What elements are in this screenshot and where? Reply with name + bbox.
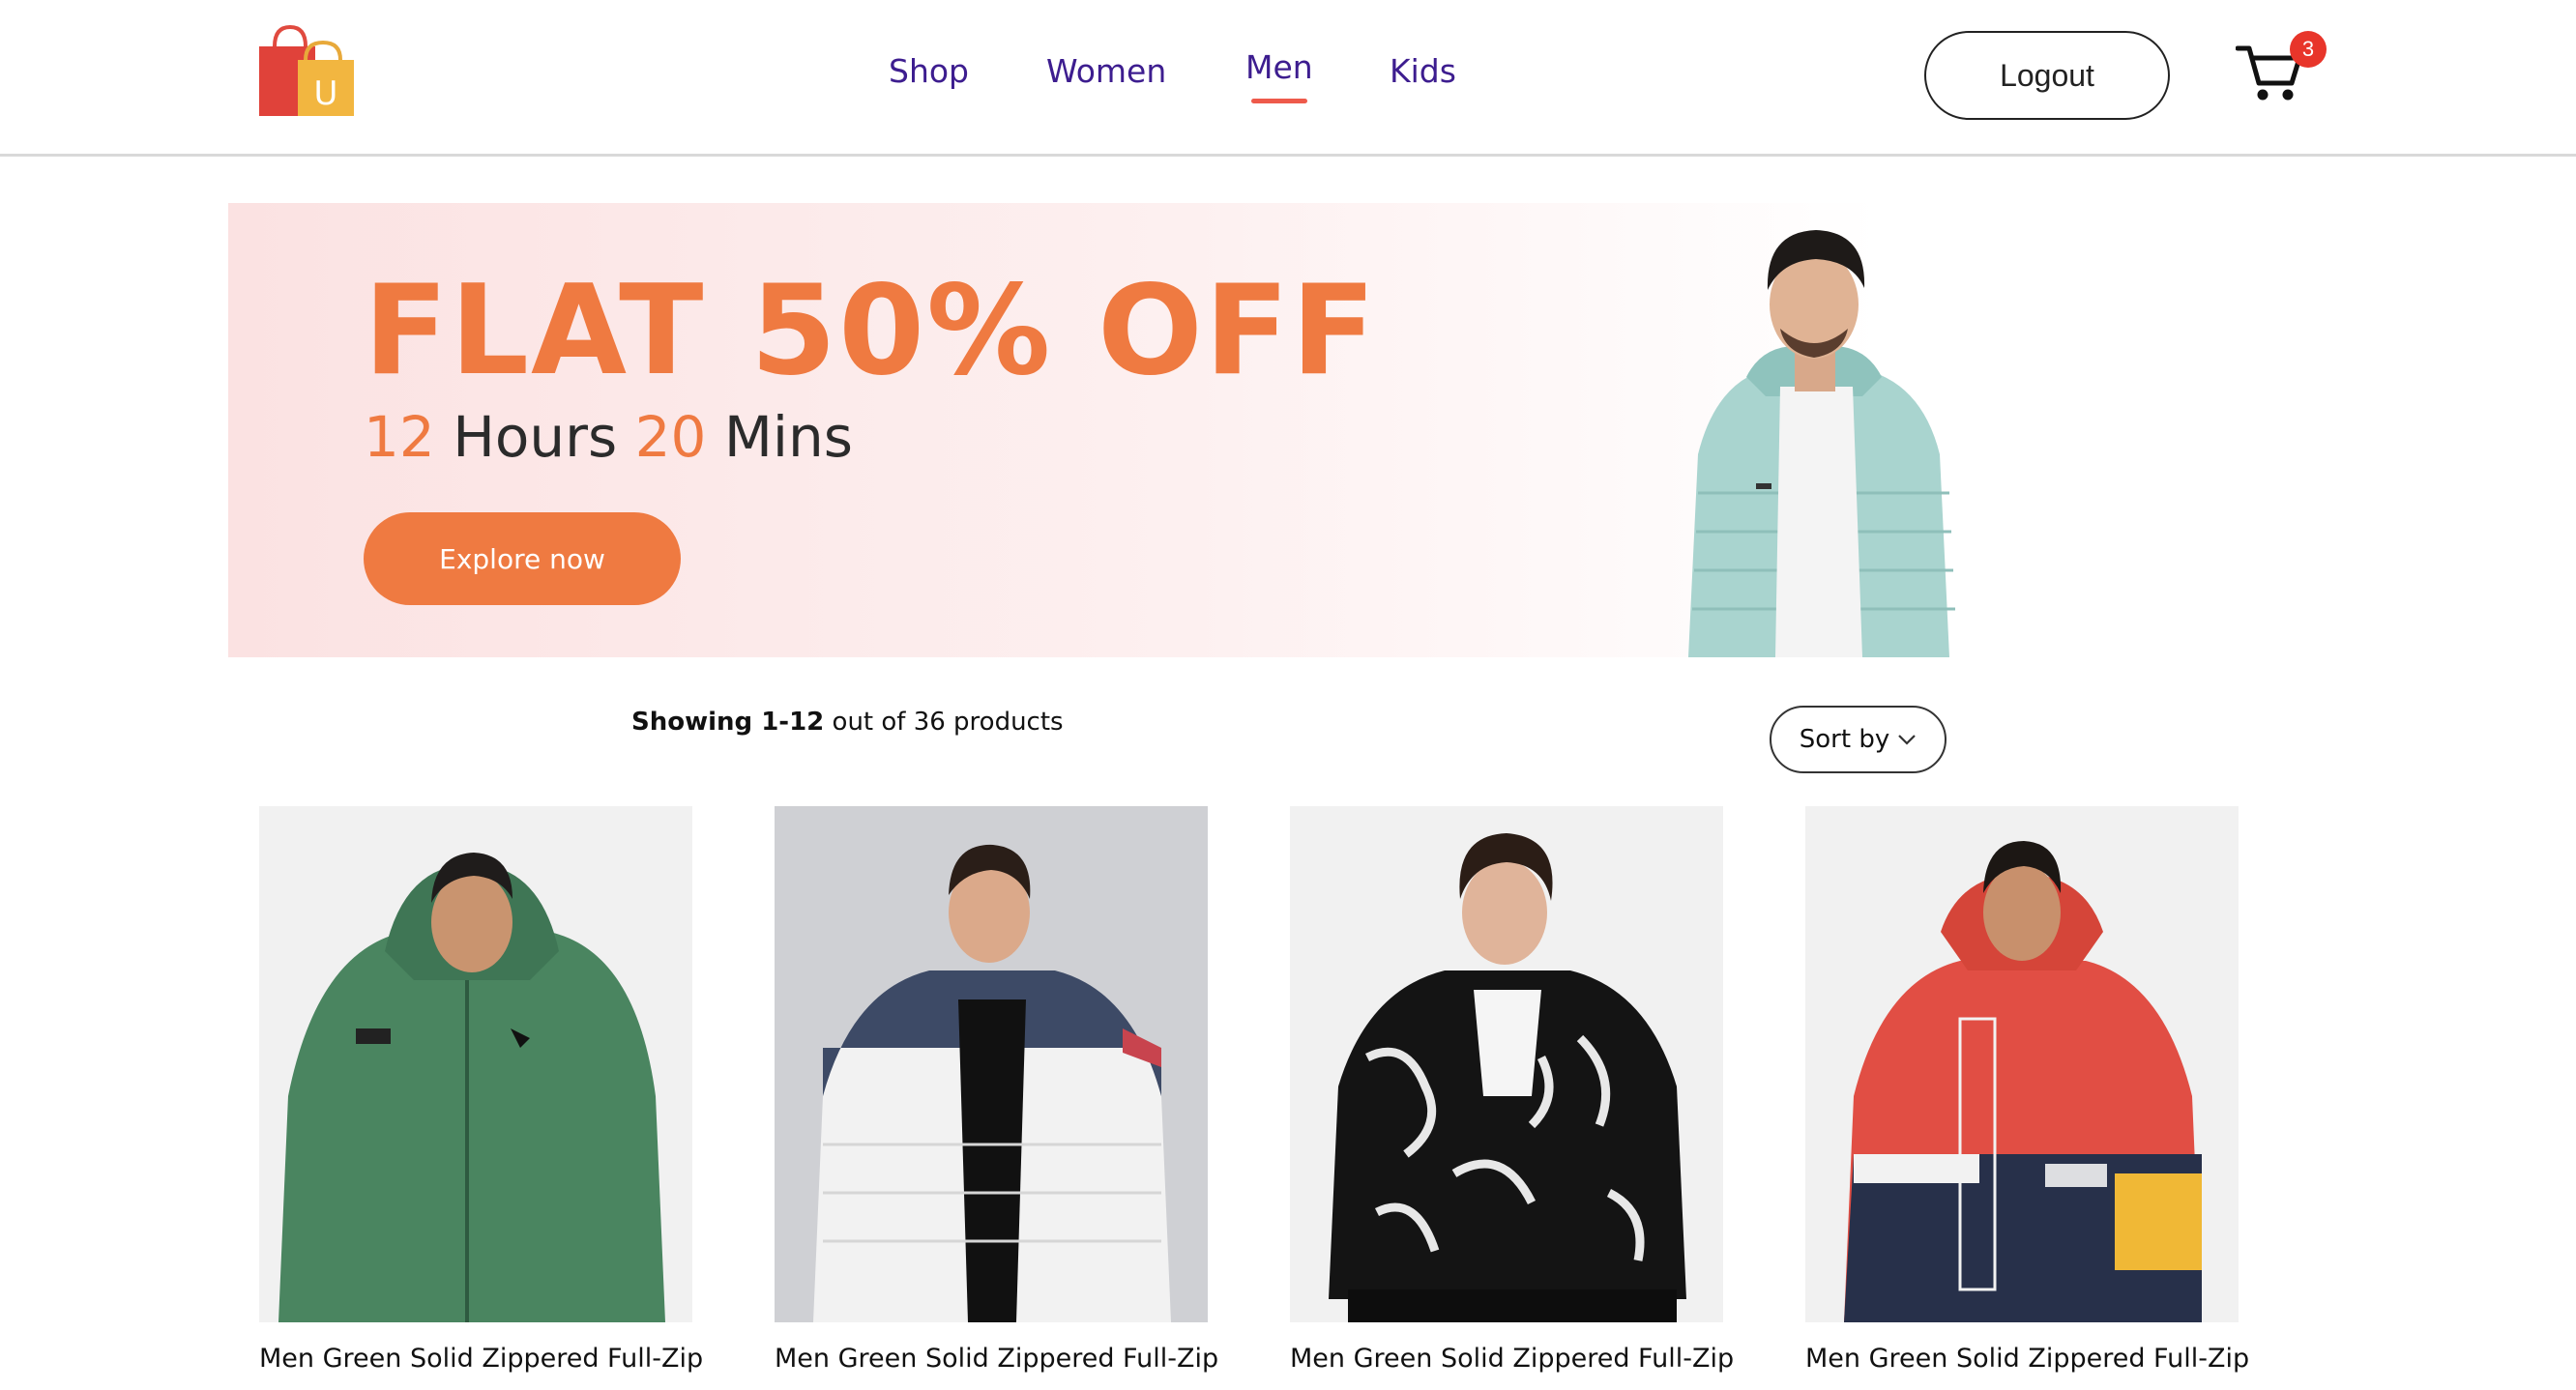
cart-count-badge: 3 [2290, 31, 2327, 68]
cart-button[interactable]: 3 [2236, 29, 2327, 108]
product-image-black-marble-print-bomber[interactable] [1290, 806, 1723, 1322]
site-header: U Shop Women Men Kids Logout 3 [0, 0, 2576, 157]
product-name[interactable]: Men Green Solid Zippered Full-Zip [259, 1344, 703, 1374]
nav-shop[interactable]: Shop [889, 52, 969, 90]
promo-banner: FLAT 50% OFF 12 Hours 20 Mins Explore no… [228, 203, 2348, 657]
shopping-bag-logo[interactable]: U [253, 24, 356, 118]
nav-kids[interactable]: Kids [1390, 52, 1456, 90]
nav-men[interactable]: Men [1245, 48, 1313, 86]
product-name[interactable]: Men Green Solid Zippered Full-Zip [1290, 1344, 1734, 1374]
logo-letter: U [314, 74, 338, 113]
timer-mins-label: Mins [723, 404, 853, 470]
nav-women[interactable]: Women [1046, 52, 1166, 90]
banner-timer: 12 Hours 20 Mins [364, 404, 853, 470]
results-range: Showing 1-12 [631, 708, 825, 737]
timer-hours-label: Hours [453, 404, 618, 470]
timer-hours: 12 [364, 404, 435, 470]
sort-by-dropdown[interactable]: Sort by [1770, 706, 1947, 773]
product-image-green-hooded-jacket[interactable] [259, 806, 692, 1322]
results-summary: Showing 1-12 out of 36 products [631, 708, 1064, 737]
product-name[interactable]: Men Green Solid Zippered Full-Zip [1805, 1344, 2249, 1374]
banner-model-image [1688, 230, 1955, 657]
sort-by-label: Sort by [1799, 725, 1890, 754]
nav-active-underline [1251, 99, 1307, 103]
logout-button[interactable]: Logout [1924, 31, 2170, 120]
banner-headline: FLAT 50% OFF [364, 259, 1378, 403]
product-image-white-navy-puffer-jacket[interactable] [775, 806, 1208, 1322]
chevron-down-icon [1898, 735, 1916, 745]
timer-mins: 20 [634, 404, 707, 470]
product-name[interactable]: Men Green Solid Zippered Full-Zip [775, 1344, 1218, 1374]
results-total: out of 36 products [832, 708, 1064, 737]
product-image-red-navy-urban-street-jacket[interactable] [1805, 806, 2239, 1322]
explore-now-button[interactable]: Explore now [364, 512, 681, 605]
